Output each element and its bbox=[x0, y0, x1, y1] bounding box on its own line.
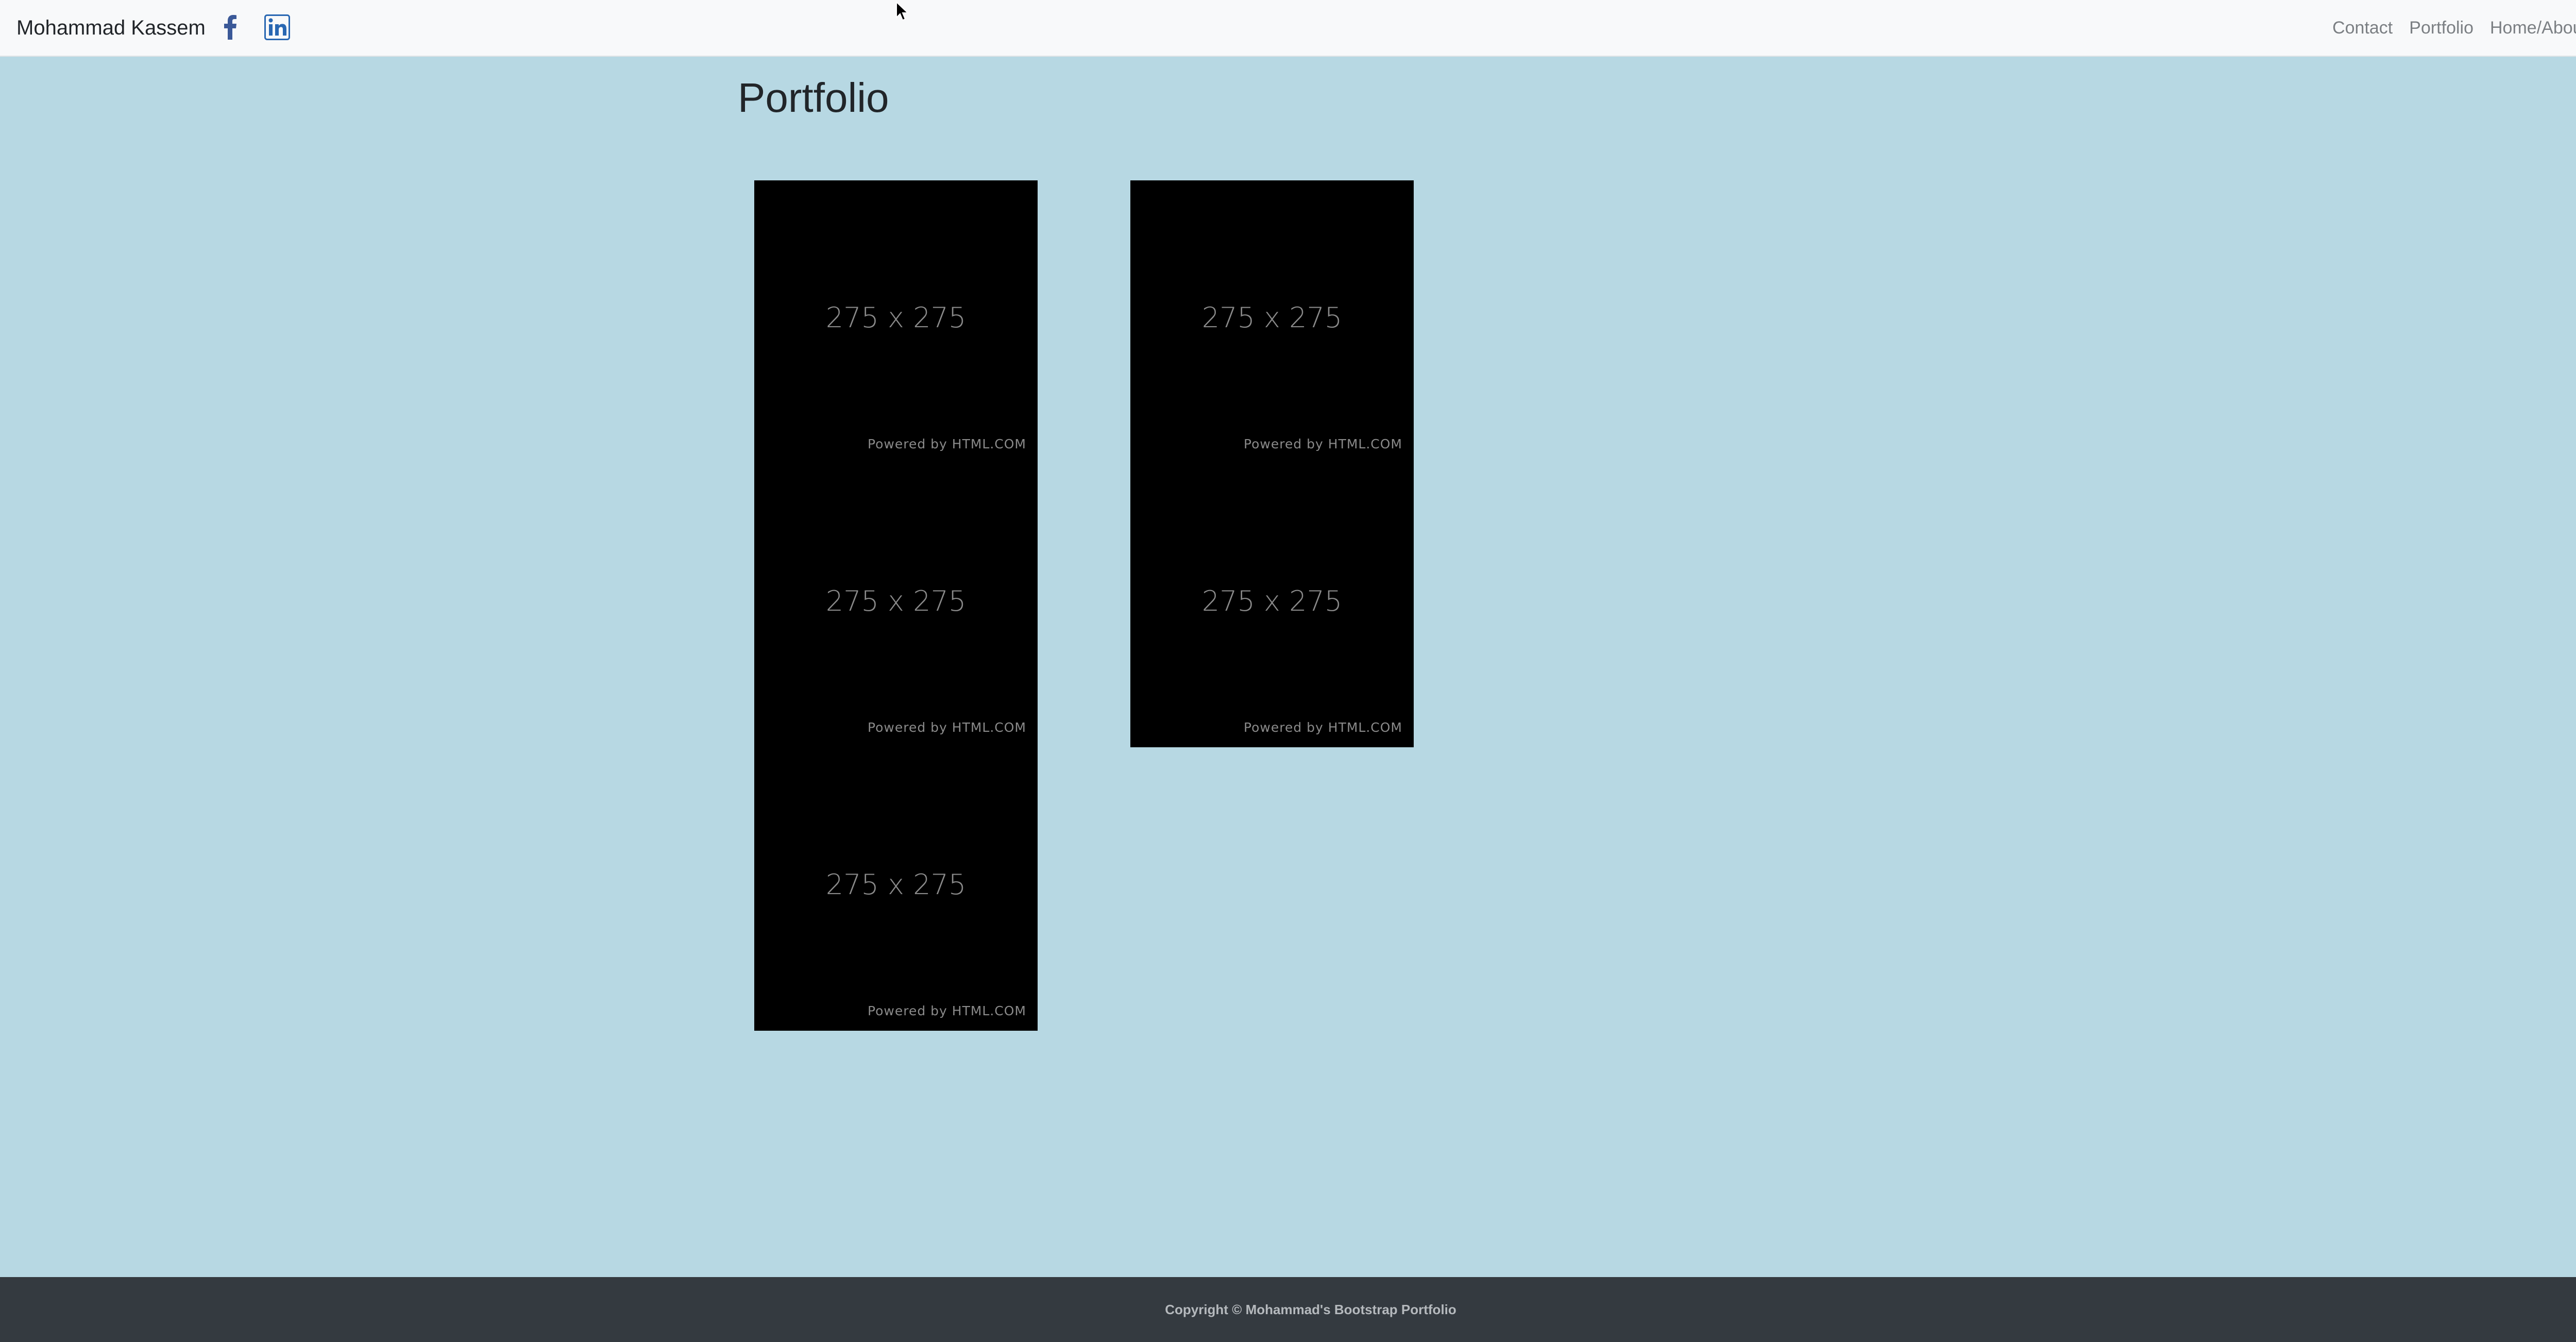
powered-by-label: Powered by HTML.COM bbox=[1243, 437, 1402, 451]
brand-link[interactable]: Mohammad Kassem bbox=[16, 14, 206, 41]
portfolio-column-1: 275 x 275 Powered by HTML.COM 275 x 275 … bbox=[754, 180, 1038, 1031]
page-title: Portfolio bbox=[738, 75, 889, 121]
linkedin-link[interactable] bbox=[262, 12, 293, 44]
nav-links: Contact Portfolio Home/About bbox=[2324, 15, 2576, 40]
mouse-cursor-icon bbox=[895, 1, 909, 24]
facebook-icon bbox=[224, 14, 237, 42]
portfolio-image[interactable]: 275 x 275 Powered by HTML.COM bbox=[754, 747, 1038, 1031]
facebook-link[interactable] bbox=[216, 12, 244, 44]
image-size-label: 275 x 275 bbox=[1201, 585, 1343, 617]
image-size-label: 275 x 275 bbox=[825, 585, 967, 617]
portfolio-image[interactable]: 275 x 275 Powered by HTML.COM bbox=[1130, 464, 1414, 747]
image-size-label: 275 x 275 bbox=[825, 301, 967, 334]
powered-by-label: Powered by HTML.COM bbox=[1243, 720, 1402, 735]
nav-link-contact[interactable]: Contact bbox=[2324, 15, 2401, 40]
image-size-label: 275 x 275 bbox=[1201, 301, 1343, 334]
powered-by-label: Powered by HTML.COM bbox=[867, 437, 1026, 451]
footer: Copyright © Mohammad's Bootstrap Portfol… bbox=[0, 1277, 2576, 1342]
footer-copyright: Copyright © Mohammad's Bootstrap Portfol… bbox=[1165, 1301, 1456, 1317]
nav-link-home-about[interactable]: Home/About bbox=[2482, 15, 2576, 40]
powered-by-label: Powered by HTML.COM bbox=[867, 720, 1026, 735]
image-size-label: 275 x 275 bbox=[825, 868, 967, 901]
linkedin-icon bbox=[264, 14, 290, 43]
portfolio-image[interactable]: 275 x 275 Powered by HTML.COM bbox=[754, 180, 1038, 464]
navbar: Mohammad Kassem Contact Portfolio Home/A… bbox=[0, 0, 2576, 57]
portfolio-column-2: 275 x 275 Powered by HTML.COM 275 x 275 … bbox=[1130, 180, 1414, 747]
nav-link-portfolio[interactable]: Portfolio bbox=[2401, 15, 2482, 40]
powered-by-label: Powered by HTML.COM bbox=[867, 1003, 1026, 1018]
portfolio-image[interactable]: 275 x 275 Powered by HTML.COM bbox=[1130, 180, 1414, 464]
portfolio-image[interactable]: 275 x 275 Powered by HTML.COM bbox=[754, 464, 1038, 747]
